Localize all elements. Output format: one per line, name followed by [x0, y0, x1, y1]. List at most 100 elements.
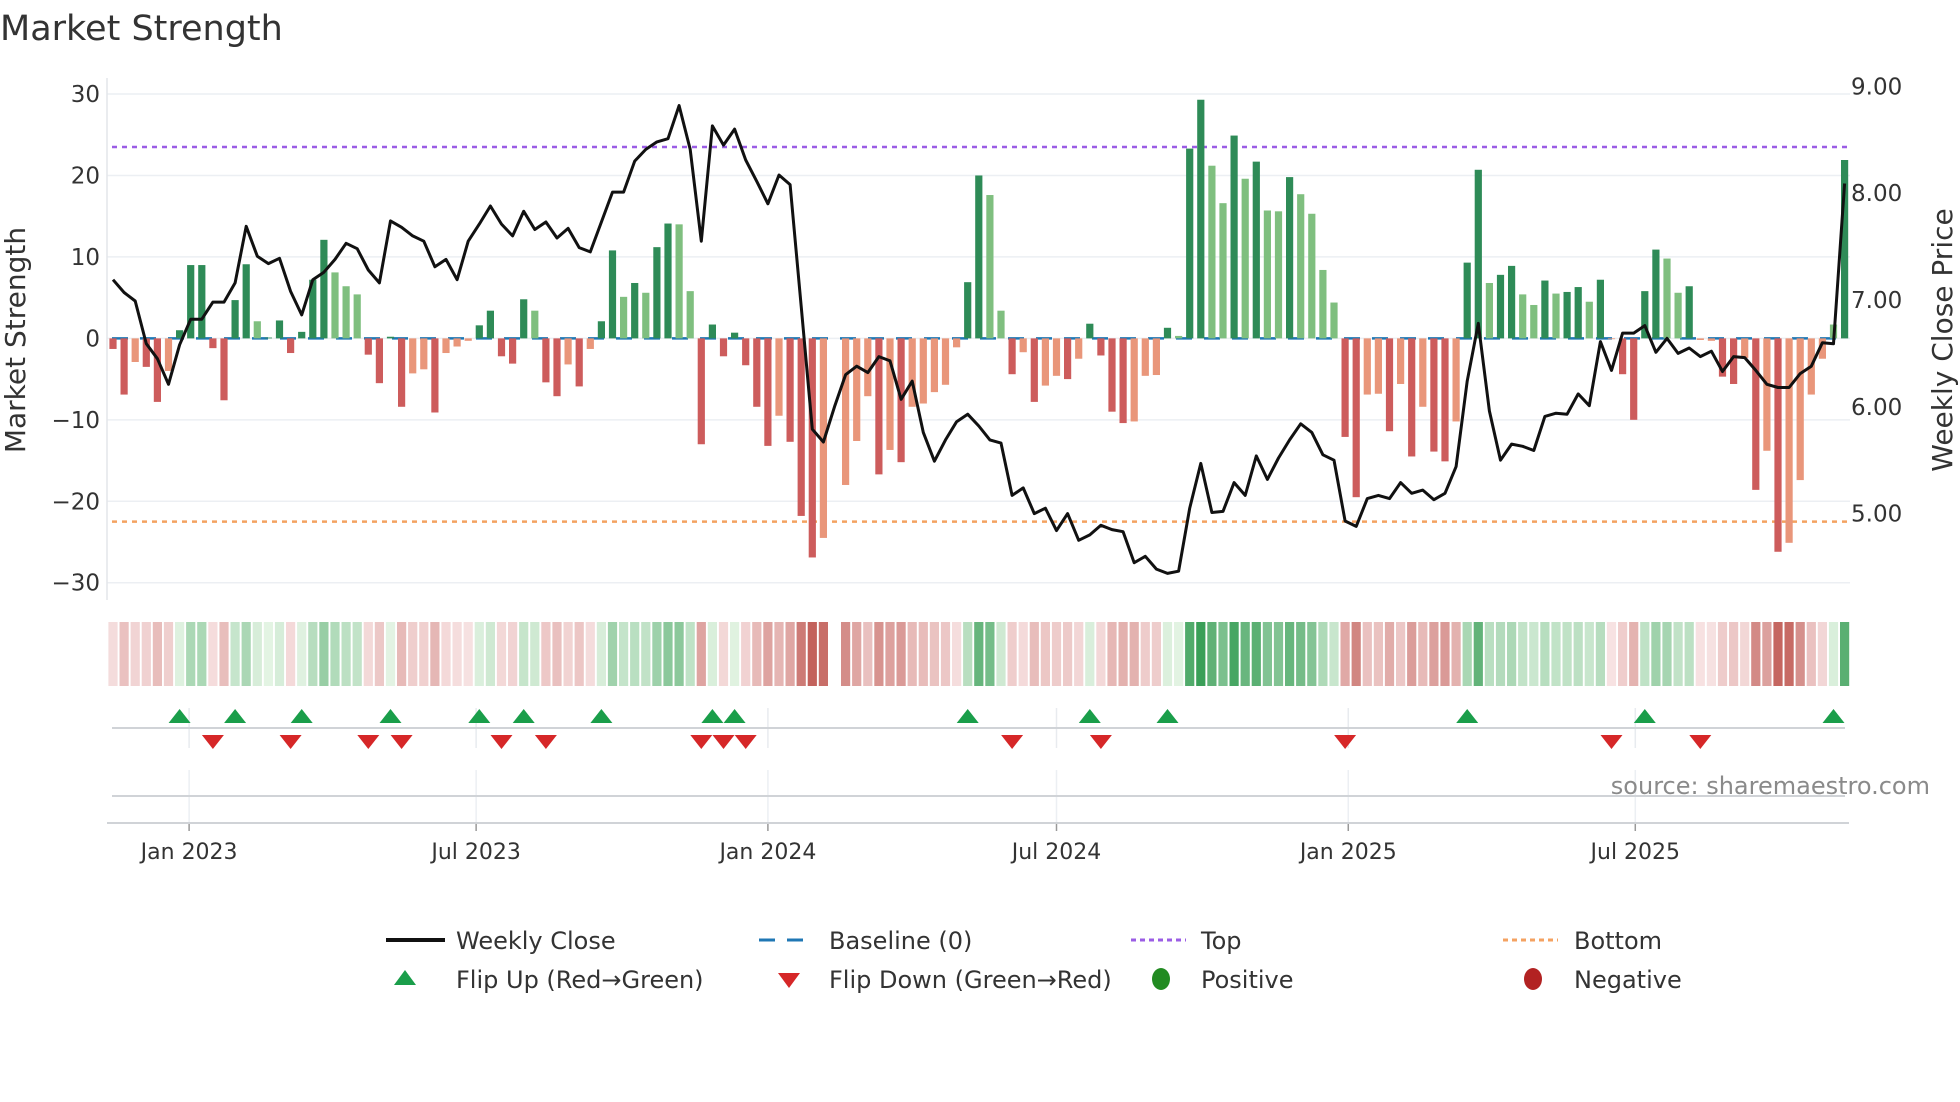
heat-strip-cell: [674, 622, 684, 686]
heat-strip-cell: [163, 622, 174, 686]
strength-bar: [331, 272, 339, 339]
strength-bar: [1674, 292, 1682, 339]
flip-down-triangle-icon: [279, 735, 302, 749]
heat-strip-cell: [1840, 622, 1850, 686]
heat-strip-cell: [1140, 622, 1150, 686]
strength-bar: [1286, 177, 1294, 339]
strength-bar: [475, 325, 483, 339]
heat-strip-cell: [1174, 622, 1184, 686]
heat-strip-cell: [1074, 622, 1084, 686]
strength-bar: [231, 300, 239, 339]
strength-bar: [775, 338, 783, 416]
heat-strip-cell: [274, 622, 285, 686]
right-axis-ticks: 9.00 8.00 7.00 6.00 5.00: [1851, 74, 1902, 527]
strength-bar: [131, 338, 139, 362]
market-strength-chart: Market Strength 30 20 10 0 −10 −20 −30 9.00 8.0…: [0, 9, 1959, 994]
flip-up-triangle-icon: [1822, 709, 1845, 723]
heat-strip-cell: [141, 622, 151, 686]
x-axis: Jan 2023 Jul 2023 Jan 2024 Jul 2024 Jan 2025…: [107, 770, 1849, 865]
flip-down-triangle-icon: [1689, 735, 1712, 749]
y-tick-label: 30: [71, 82, 100, 108]
strength-bar: [731, 332, 739, 339]
x-tick-label: Jul 2023: [429, 840, 521, 865]
heat-strip-cell: [219, 622, 229, 686]
strength-bar: [398, 338, 406, 407]
strength-bar: [198, 265, 206, 339]
y-tick-label: −10: [51, 408, 100, 434]
strength-bar: [1563, 291, 1571, 339]
heat-strip-cell: [463, 622, 473, 686]
legend-item-positive: Positive: [1152, 966, 1294, 994]
strength-bar: [1796, 338, 1804, 481]
heat-strip-cell: [1018, 622, 1028, 686]
strength-bar: [1197, 99, 1205, 339]
strength-bar: [1696, 338, 1704, 340]
strength-bar: [919, 338, 927, 404]
heat-strip-cell: [1451, 622, 1461, 686]
heat-strip-cell: [1384, 622, 1395, 686]
heat-strip-cell: [1196, 622, 1206, 686]
strength-bar: [1508, 265, 1516, 339]
strength-bar: [1097, 338, 1105, 356]
heat-strip-cell: [696, 622, 706, 686]
strength-bar: [853, 338, 861, 441]
flip-up-triangle-icon: [590, 709, 613, 723]
strength-bar: [1252, 161, 1260, 339]
heat-strip-cell: [652, 622, 662, 686]
heat-strip-cell: [297, 622, 307, 686]
strength-bar: [1208, 165, 1216, 339]
heat-strip-cell: [1318, 622, 1328, 686]
strength-bar: [1785, 338, 1793, 543]
heat-strip-cell: [1673, 622, 1683, 686]
strength-bar: [686, 291, 694, 339]
heat-strip-cell: [641, 622, 651, 686]
strength-bar: [608, 250, 617, 339]
source-credit: source: sharemaestro.com: [1611, 772, 1930, 800]
triangle-down-icon: [778, 973, 800, 988]
legend-item-flip-down: Flip Down (Green→Red): [778, 966, 1112, 994]
heat-strip-cell: [663, 622, 673, 686]
strength-bar: [1774, 338, 1782, 552]
strength-bar: [986, 195, 994, 339]
flip-up-triangle-icon: [512, 709, 535, 723]
heat-strip-cell: [1740, 622, 1750, 686]
strength-bar: [597, 321, 605, 339]
strength-bar: [431, 338, 439, 413]
strength-bar: [1141, 338, 1149, 376]
heat-strip-cell: [1762, 622, 1772, 686]
heat-strip-cell: [852, 622, 862, 686]
x-tick-label: Jul 2025: [1589, 840, 1681, 865]
strength-bar: [1374, 338, 1382, 394]
strength-bar: [1186, 148, 1194, 339]
heat-strip-cell: [1773, 622, 1783, 686]
heat-strip-cell: [1595, 622, 1605, 686]
heat-strip-cell: [519, 622, 529, 686]
heat-strip-cell: [1229, 622, 1239, 686]
circle-red-icon: [1524, 968, 1542, 990]
strength-bar: [586, 338, 594, 349]
legend-label: Flip Up (Red→Green): [456, 966, 704, 994]
strength-bar: [808, 338, 816, 558]
heat-strip-cell: [541, 622, 551, 686]
heat-strip-cell: [896, 622, 906, 686]
strength-bar: [164, 338, 173, 371]
strength-bar: [153, 338, 161, 402]
flip-down-triangle-icon: [390, 735, 413, 749]
heat-strip-cell: [1373, 622, 1383, 686]
strength-bar: [1585, 301, 1593, 339]
flip-down-triangle-icon: [1089, 735, 1112, 749]
strength-bar: [941, 338, 950, 385]
heat-strip-cell: [552, 622, 562, 686]
strength-bar: [1308, 213, 1316, 339]
strength-bar: [386, 336, 395, 339]
strength-bar: [1663, 258, 1671, 339]
heat-strip-cell: [496, 622, 507, 686]
y-tick-label: 10: [71, 245, 100, 271]
heat-strip-cell: [330, 622, 340, 686]
strength-bar: [575, 338, 583, 387]
strength-bar: [842, 338, 850, 485]
heat-strip-cell: [1806, 622, 1816, 686]
heat-strip-cell: [419, 622, 429, 686]
heat-strip-cell: [1495, 622, 1506, 686]
strength-bar: [1052, 338, 1061, 376]
